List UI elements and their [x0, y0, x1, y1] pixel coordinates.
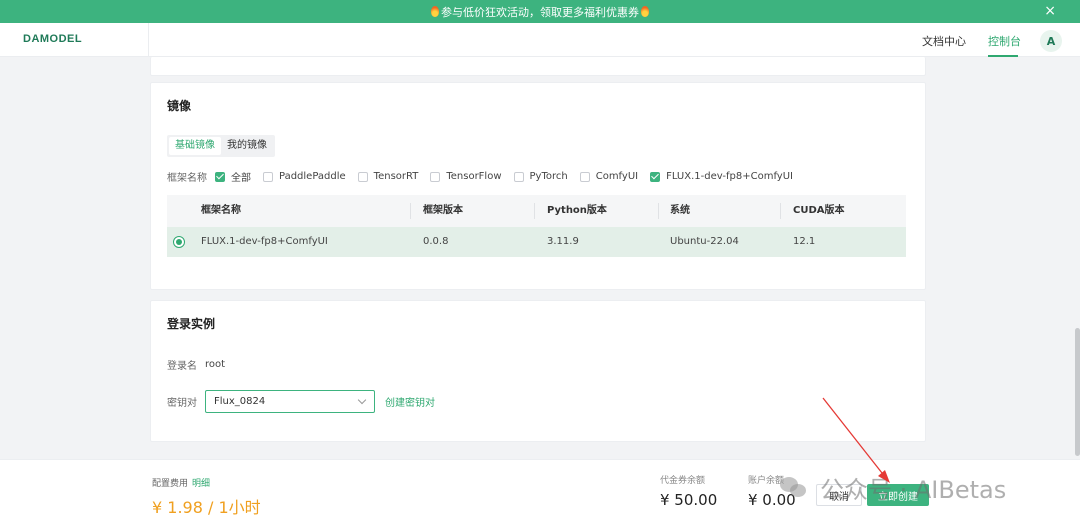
fee-price: ¥ 1.98 / 1小时 — [152, 498, 261, 517]
close-icon[interactable]: × — [1044, 3, 1056, 19]
mirror-table: 框架名称 框架版本 Python版本 系统 CUDA版本 FLUX.1-dev-… — [167, 195, 906, 257]
checkbox-icon[interactable] — [263, 171, 273, 182]
checkbox-icon[interactable] — [513, 171, 524, 182]
fire-icon — [641, 6, 649, 17]
cell-system: Ubuntu-22.04 — [670, 236, 739, 247]
column-divider — [658, 203, 659, 219]
top-header: DAMODEL 文档中心 控制台 A — [0, 23, 1080, 57]
mirror-section: 镜像 基础镜像 我的镜像 框架名称 全部 PaddlePaddle Tensor… — [150, 82, 926, 290]
voucher-balance-label: 代金券余额 — [660, 476, 706, 486]
col-system: 系统 — [670, 205, 690, 216]
nav-active-indicator — [988, 55, 1018, 57]
checkbox-checked-icon[interactable] — [650, 171, 661, 182]
col-framework-version: 框架版本 — [423, 205, 463, 216]
filter-tensorflow[interactable]: TensorFlow — [430, 171, 502, 182]
username-row: 登录名 root — [167, 357, 225, 372]
filter-tensorrt-label: TensorRT — [373, 171, 419, 182]
cell-framework-version: 0.0.8 — [423, 236, 449, 247]
framework-filter: 框架名称 全部 PaddlePaddle TensorRT TensorFlow… — [167, 169, 805, 184]
create-now-button[interactable]: 立即创建 — [867, 484, 929, 506]
username-value: root — [205, 359, 226, 370]
filter-all-label: 全部 — [231, 173, 251, 184]
filter-flux-label: FLUX.1-dev-fp8+ComfyUI — [666, 171, 793, 182]
create-keypair-link[interactable]: 创建密钥对 — [385, 394, 435, 409]
tab-base-image[interactable]: 基础镜像 — [169, 137, 221, 155]
fire-icon — [431, 6, 439, 17]
keypair-row: 密钥对 Flux_0824 创建密钥对 — [167, 390, 435, 413]
table-row[interactable]: FLUX.1-dev-fp8+ComfyUI 0.0.8 3.11.9 Ubun… — [167, 227, 906, 257]
filter-flux[interactable]: FLUX.1-dev-fp8+ComfyUI — [650, 171, 793, 182]
radio-selected-icon[interactable] — [173, 236, 185, 248]
nav-console[interactable]: 控制台 — [988, 33, 1021, 49]
account-balance-label: 账户余额 — [748, 476, 785, 486]
logo[interactable]: DAMODEL — [23, 33, 82, 45]
col-cuda-version: CUDA版本 — [793, 205, 845, 216]
cell-cuda-version: 12.1 — [793, 236, 816, 247]
filter-comfyui-label: ComfyUI — [595, 171, 639, 182]
column-divider — [410, 203, 411, 219]
filter-paddlepaddle[interactable]: PaddlePaddle — [263, 171, 346, 182]
username-label: 登录名 — [167, 361, 197, 372]
keypair-label: 密钥对 — [167, 398, 197, 409]
filter-all[interactable]: 全部 — [215, 169, 251, 184]
promo-banner-text[interactable]: 参与低价狂欢活动，领取更多福利优惠券 — [441, 4, 639, 20]
chevron-down-icon[interactable] — [357, 395, 367, 405]
fee-label-row: 配置费用 明细 — [152, 476, 210, 489]
col-python-version: Python版本 — [547, 205, 607, 216]
filter-pytorch-label: PyTorch — [529, 171, 568, 182]
nav-docs-center[interactable]: 文档中心 — [922, 33, 966, 49]
column-divider — [780, 203, 781, 219]
fee-detail-link[interactable]: 明细 — [192, 479, 210, 489]
mirror-tabs: 基础镜像 我的镜像 — [167, 135, 275, 157]
checkbox-checked-icon[interactable] — [215, 171, 225, 182]
filter-tensorflow-label: TensorFlow — [446, 171, 502, 182]
promo-banner[interactable]: 参与低价狂欢活动，领取更多福利优惠券 × — [0, 0, 1080, 23]
framework-filter-label: 框架名称 — [167, 173, 207, 184]
keypair-select[interactable]: Flux_0824 — [205, 390, 375, 413]
fee-label: 配置费用 — [152, 479, 189, 489]
filter-comfyui[interactable]: ComfyUI — [579, 171, 639, 182]
cancel-button[interactable]: 取消 — [816, 484, 862, 506]
checkbox-icon[interactable] — [357, 171, 368, 182]
checkbox-icon[interactable] — [579, 171, 590, 182]
mirror-title: 镜像 — [167, 99, 192, 113]
table-header: 框架名称 框架版本 Python版本 系统 CUDA版本 — [167, 195, 906, 227]
page-scrollbar[interactable] — [1075, 328, 1080, 456]
voucher-balance-value: ¥ 50.00 — [660, 491, 718, 509]
login-title: 登录实例 — [167, 317, 216, 331]
login-section: 登录实例 登录名 root 密钥对 Flux_0824 创建密钥对 — [150, 300, 926, 442]
cell-framework-name: FLUX.1-dev-fp8+ComfyUI — [201, 236, 328, 247]
filter-tensorrt[interactable]: TensorRT — [357, 171, 419, 182]
keypair-select-value: Flux_0824 — [214, 396, 266, 407]
avatar[interactable]: A — [1040, 30, 1062, 52]
filter-paddlepaddle-label: PaddlePaddle — [279, 171, 346, 182]
tab-my-image[interactable]: 我的镜像 — [221, 137, 273, 155]
order-footer: 配置费用 明细 ¥ 1.98 / 1小时 代金券余额 ¥ 50.00 账户余额 ¥… — [0, 459, 1080, 529]
checkbox-icon[interactable] — [430, 171, 441, 182]
cell-python-version: 3.11.9 — [547, 236, 579, 247]
col-framework-name: 框架名称 — [201, 205, 241, 216]
header-divider — [148, 23, 149, 57]
column-divider — [534, 203, 535, 219]
filter-pytorch[interactable]: PyTorch — [513, 171, 568, 182]
previous-section-card — [150, 57, 926, 76]
account-balance-value: ¥ 0.00 — [748, 491, 796, 509]
